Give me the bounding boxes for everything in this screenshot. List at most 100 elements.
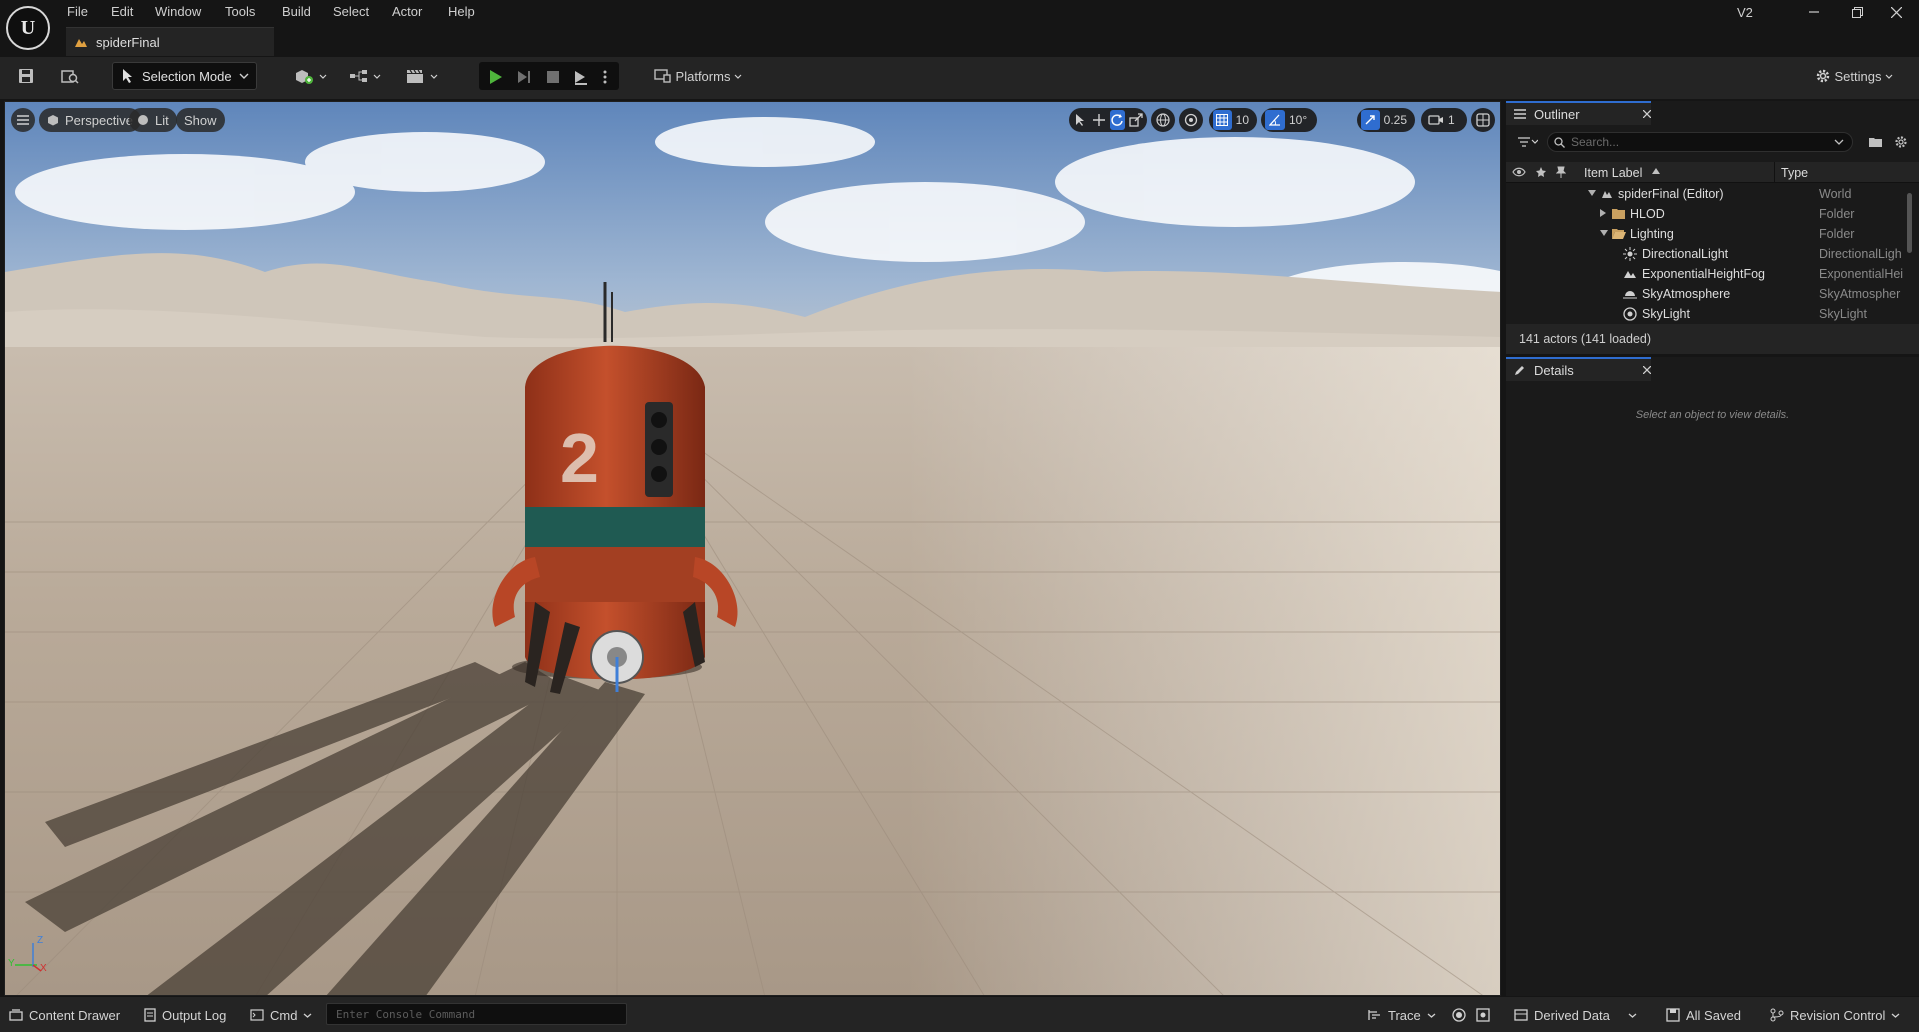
scale-snap-button[interactable]: 0.25 — [1357, 108, 1415, 132]
outliner-settings-button[interactable] — [1894, 135, 1908, 149]
outliner-header: Item Label Type — [1506, 162, 1919, 183]
outliner-scrollbar[interactable] — [1907, 193, 1912, 253]
svg-text:2: 2 — [560, 419, 599, 497]
restore-icon — [1851, 6, 1863, 18]
tree-row[interactable]: Lighting Folder — [1506, 224, 1912, 244]
expand-arrow-icon[interactable] — [1588, 190, 1596, 196]
show-button[interactable]: Show — [176, 108, 225, 132]
star-column-icon[interactable] — [1535, 166, 1547, 178]
content-drawer-label: Content Drawer — [29, 1007, 121, 1023]
settings-button[interactable]: Settings — [1808, 63, 1900, 89]
record-trace-button[interactable] — [1452, 1002, 1466, 1028]
level-viewport[interactable]: 2 Perspective Lit Show 10 10° 0.25 1 Z X… — [4, 101, 1501, 996]
cube-icon — [47, 114, 59, 126]
collapse-arrow-icon[interactable] — [1600, 209, 1606, 217]
main-toolbar — [0, 57, 1919, 99]
rotate-tool-button[interactable] — [1110, 110, 1125, 130]
output-log-button[interactable]: Output Log — [144, 1002, 226, 1028]
all-saved-icon — [1666, 1008, 1680, 1022]
folder-icon — [1612, 208, 1625, 219]
document-tab[interactable]: spiderFinal — [66, 27, 274, 56]
menu-edit[interactable]: Edit — [111, 3, 133, 21]
camera-speed-value[interactable]: 1 — [1448, 113, 1459, 127]
tree-row[interactable]: DirectionalLight DirectionalLigh — [1506, 244, 1912, 264]
add-actor-button[interactable] — [290, 63, 330, 89]
menu-actor[interactable]: Actor — [392, 3, 422, 21]
all-saved-label: All Saved — [1686, 1007, 1741, 1023]
rotation-snap-value[interactable]: 10° — [1289, 113, 1311, 127]
type-column[interactable]: Type — [1781, 166, 1808, 180]
tree-row-type: World — [1819, 187, 1852, 201]
cinematics-button[interactable] — [402, 63, 442, 89]
view-mode-button[interactable]: Lit — [129, 108, 177, 132]
derived-data-dropdown[interactable]: Derived Data — [1514, 1002, 1637, 1028]
camera-speed-button[interactable]: 1 — [1421, 108, 1467, 132]
tree-row[interactable]: SkyAtmosphere SkyAtmospher — [1506, 284, 1912, 304]
screenshot-trace-button[interactable] — [1476, 1002, 1490, 1028]
menu-tools[interactable]: Tools — [225, 3, 255, 21]
surface-snapping-button[interactable] — [1179, 108, 1203, 132]
pin-column-icon[interactable] — [1556, 166, 1566, 178]
platforms-button[interactable]: Platforms — [650, 63, 746, 89]
close-tab-icon[interactable] — [1643, 110, 1651, 118]
filter-button[interactable] — [1518, 137, 1538, 147]
visibility-column-icon[interactable] — [1512, 166, 1526, 178]
scale-snap-toggle[interactable] — [1361, 110, 1380, 130]
selection-mode-dropdown[interactable]: Selection Mode — [112, 62, 257, 90]
perspective-button[interactable]: Perspective — [39, 108, 141, 132]
minimize-icon — [1809, 7, 1819, 17]
cmd-dropdown[interactable]: Cmd — [250, 1002, 312, 1028]
outliner-search[interactable]: Search... — [1547, 132, 1853, 152]
console-input[interactable]: Enter Console Command — [326, 1003, 627, 1025]
derived-data-label: Derived Data — [1534, 1007, 1610, 1023]
content-drawer-icon — [9, 1009, 23, 1021]
advance-frame-button[interactable] — [512, 64, 536, 90]
stop-button[interactable] — [541, 64, 565, 90]
clapperboard-icon — [406, 68, 426, 84]
translate-tool-button[interactable] — [1092, 110, 1107, 130]
save-button[interactable] — [14, 63, 38, 89]
browse-level-button[interactable] — [58, 63, 82, 89]
add-folder-button[interactable] — [1869, 136, 1883, 148]
grid-snap-toggle[interactable] — [1213, 110, 1232, 130]
viewport-options-button[interactable] — [11, 108, 35, 132]
menu-window[interactable]: Window — [155, 3, 201, 21]
tree-row[interactable]: ExponentialHeightFog ExponentialHei — [1506, 264, 1912, 284]
close-tab-icon[interactable] — [1643, 366, 1651, 374]
select-tool-button[interactable] — [1073, 110, 1088, 130]
scale-tool-button[interactable] — [1129, 110, 1144, 130]
item-label-column[interactable]: Item Label — [1584, 166, 1642, 180]
content-drawer-button[interactable]: Content Drawer — [9, 1002, 120, 1028]
scale-snap-value[interactable]: 0.25 — [1384, 113, 1411, 127]
grid-snap-button[interactable]: 10 — [1209, 108, 1257, 132]
search-icon — [1554, 136, 1565, 148]
close-window-button[interactable] — [1873, 0, 1919, 24]
blueprints-button[interactable] — [345, 63, 385, 89]
menu-build[interactable]: Build — [282, 3, 311, 21]
viewport-layout-button[interactable] — [1471, 108, 1495, 132]
play-button[interactable] — [484, 64, 508, 90]
menu-file[interactable]: File — [67, 3, 88, 21]
chevron-down-icon — [1427, 1013, 1436, 1018]
tree-row[interactable]: spiderFinal (Editor) World — [1506, 184, 1912, 204]
details-tab[interactable]: Details — [1506, 357, 1651, 381]
grid-snap-value[interactable]: 10 — [1236, 113, 1253, 127]
outliner-tab[interactable]: Outliner — [1506, 101, 1651, 125]
minimize-button[interactable] — [1791, 0, 1837, 24]
coordinate-system-button[interactable] — [1151, 108, 1175, 132]
skylight-icon — [1623, 307, 1637, 321]
trace-dropdown[interactable]: Trace — [1368, 1002, 1436, 1028]
rotation-snap-button[interactable]: 10° — [1261, 108, 1317, 132]
revision-control-dropdown[interactable]: Revision Control — [1770, 1002, 1900, 1028]
rotation-snap-toggle[interactable] — [1265, 110, 1285, 130]
menu-help[interactable]: Help — [448, 3, 475, 21]
play-options-button[interactable] — [598, 64, 612, 90]
unreal-logo[interactable]: U — [6, 6, 50, 50]
tree-row[interactable]: HLOD Folder — [1506, 204, 1912, 224]
cursor-icon — [121, 68, 135, 84]
menu-select[interactable]: Select — [333, 3, 369, 21]
tree-row[interactable]: SkyLight SkyLight — [1506, 304, 1912, 322]
expand-arrow-icon[interactable] — [1600, 230, 1608, 236]
eject-button[interactable] — [569, 64, 593, 90]
save-all-button[interactable]: All Saved — [1666, 1002, 1741, 1028]
